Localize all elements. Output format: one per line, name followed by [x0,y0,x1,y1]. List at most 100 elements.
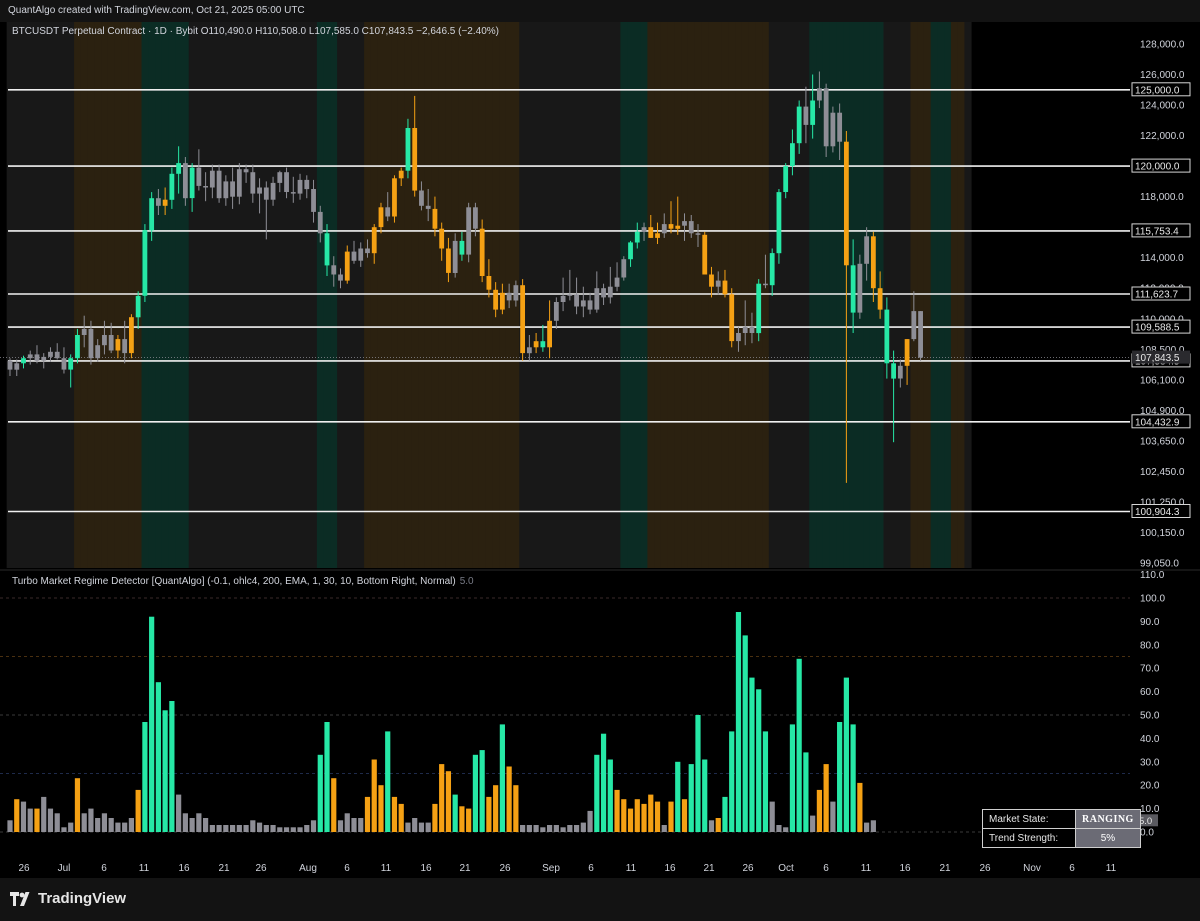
time-axis-tick: 11 [626,863,637,874]
indicator-bar [789,724,796,832]
regime-zone [741,22,749,568]
time-axis-tick: 21 [218,863,230,874]
indicator-bar [385,731,391,832]
indicator-bar [648,794,654,832]
candle-body [54,351,60,359]
regime-zone [215,22,223,568]
time-axis-tick: 6 [344,863,350,874]
indicator-bar [108,818,114,832]
candle-body [398,170,404,179]
indicator-bar [162,710,168,832]
indicator-bar [742,635,748,832]
regime-zone [283,22,291,568]
indicator-bar [553,825,559,832]
time-axis-tick: 16 [899,863,911,874]
indicator-bar [155,682,161,832]
candle-body [338,274,343,281]
candle-body [21,358,26,364]
regime-zone [202,22,210,568]
indicator-axis-tick: 30.0 [1140,757,1160,768]
candle-body [466,207,472,255]
indicator-bar [176,794,182,832]
candle-body [216,170,222,199]
regime-zone [343,22,352,568]
price-axis-tick: 103,650.0 [1140,436,1185,447]
indicator-bar [708,820,715,832]
price-axis-tick: 114,000.0 [1140,253,1184,264]
candle-body [493,289,499,310]
regime-zone [350,22,358,568]
indicator-bar [115,822,121,832]
candle-body [884,309,890,364]
level-label: 104,432.9 [1135,417,1180,428]
indicator-bar [715,818,721,832]
regime-zone [370,22,379,568]
level-label: 100,904.3 [1135,507,1180,518]
candle-body [452,240,458,273]
candle-body [843,141,849,266]
candle-body [897,365,903,379]
candle-body [715,280,721,287]
regime-zone [472,22,480,568]
price-axis-tick: 99,050.0 [1140,559,1179,570]
candle-body [682,221,687,226]
candle-body [702,234,708,275]
candle-body [290,192,296,194]
regime-zone [829,22,837,568]
indicator-bar [627,808,634,832]
regime-zone [782,22,790,568]
regime-zone [249,22,257,568]
candle-body [729,294,735,342]
candle-body [473,207,478,229]
candle-body [830,112,836,147]
tradingview-logo[interactable]: TradingView [10,890,126,907]
regime-zone [552,22,561,568]
indicator-bar [364,796,371,832]
time-axis-tick: 26 [18,863,30,874]
candle-body [317,211,323,234]
candle-body [796,106,802,144]
indicator-bar [331,778,337,832]
indicator-bar [722,796,728,832]
indicator-bar [762,731,769,832]
regime-zone [303,22,311,568]
indicator-bar [439,764,445,832]
indicator-bar [310,820,317,832]
regime-zone [674,22,682,568]
candle-body [688,221,694,234]
regime-zone [121,22,129,568]
indicator-bar [216,825,222,832]
candle-body [14,363,20,370]
indicator-bar [837,722,843,832]
regime-zone [316,22,325,568]
candle-body [196,167,202,186]
price-axis-tick: 124,000.0 [1140,101,1185,112]
regime-zone [890,22,898,568]
regime-zone [613,22,621,568]
time-axis-tick: 11 [139,863,150,874]
indicator-bar [256,822,263,832]
indicator-bar [634,799,640,832]
candle-body [68,358,74,370]
trend-strength-row: Trend Strength: 5% [982,828,1141,848]
indicator-bar [621,799,627,832]
indicator-bar [547,825,553,832]
regime-zone [229,22,237,568]
candle-body [324,233,330,266]
indicator-title[interactable]: Turbo Market Regime Detector [QuantAlgo]… [12,576,456,587]
symbol-label[interactable]: BTCUSDT Perpetual Contract · 1D · Bybit [12,26,198,37]
indicator-bar [479,750,485,832]
time-axis-tick: Sep [542,863,560,874]
candle-body [709,274,714,287]
indicator-bar [600,733,607,832]
indicator-bar [466,808,472,832]
candle-body [155,198,161,206]
candle-body [520,285,526,354]
indicator-bar [499,724,505,832]
indicator-axis-tick: 0.0 [1140,828,1154,839]
price-chart-svg[interactable]: 128,000.0 126,000.0 124,000.0 122,000.0 120,… [0,0,1200,878]
candle-body [695,233,701,235]
trend-strength-label: Trend Strength: [982,828,1076,848]
indicator-bar [756,689,762,832]
last-price-label: 107,843.5 [1135,353,1180,364]
